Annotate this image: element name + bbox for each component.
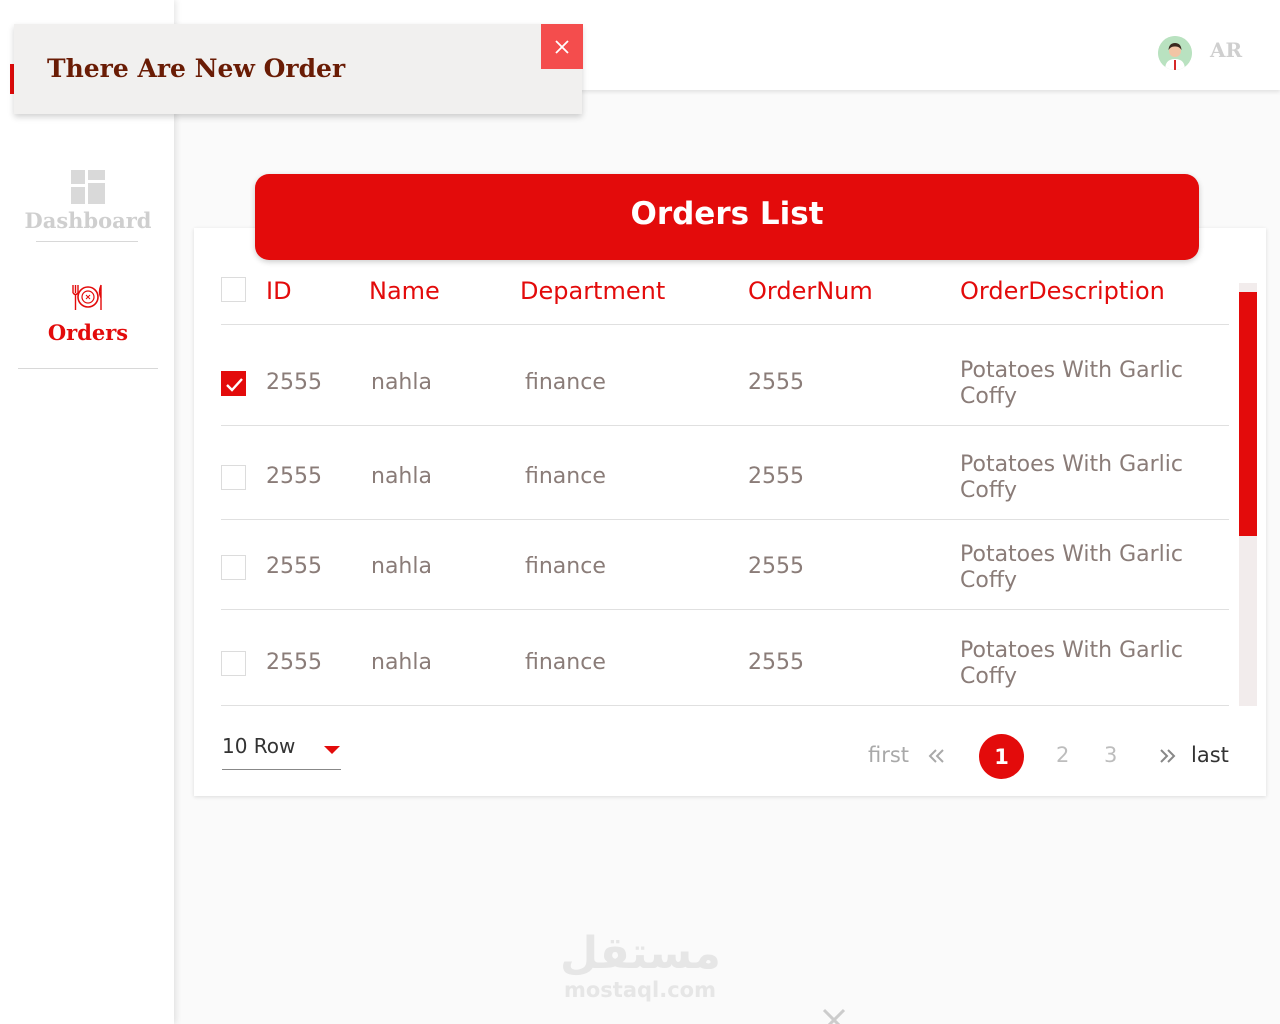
user-avatar[interactable] [1158,36,1192,70]
table-divider [221,425,1229,426]
cell-id: 2555 [266,554,322,579]
watermark-arabic: مستقل [560,928,721,979]
column-header-id[interactable]: ID [266,277,292,305]
rows-per-page-value: 10 Row [222,734,296,758]
pagination-first[interactable]: first [868,743,909,767]
cell-name: nahla [371,370,432,395]
cell-department: finance [525,650,606,675]
sidebar-item-orders[interactable]: Orders [18,282,158,369]
sidebar-item-label: Dashboard [24,208,152,233]
pagination-page-2[interactable]: 2 [1056,743,1069,767]
pagination-last[interactable]: last [1191,743,1229,767]
cell-name: nahla [371,464,432,489]
cell-ordernum: 2555 [748,650,804,675]
dashboard-grid-icon [71,170,105,204]
cell-id: 2555 [266,370,322,395]
row-checkbox[interactable] [221,651,246,676]
close-icon[interactable] [822,1008,846,1024]
pagination-page-current[interactable]: 1 [979,734,1024,779]
cell-description: Potatoes With Garlic Coffy [960,452,1183,503]
column-header-name[interactable]: Name [369,277,440,305]
sidebar-divider [36,241,138,242]
cell-ordernum: 2555 [748,370,804,395]
pagination-page-3[interactable]: 3 [1104,743,1117,767]
column-header-department[interactable]: Department [520,277,665,305]
row-checkbox[interactable] [221,465,246,490]
double-chevron-right-icon[interactable] [1158,748,1176,764]
language-switch-ar[interactable]: AR [1210,38,1242,62]
table-divider [221,609,1229,610]
plate-cutlery-icon [72,284,102,310]
cell-department: finance [525,554,606,579]
rows-per-page-select[interactable]: 10 Row [222,734,341,770]
cell-department: finance [525,464,606,489]
cell-description: Potatoes With Garlic Coffy [960,638,1183,689]
cell-name: nahla [371,650,432,675]
user-avatar-icon [1158,36,1192,70]
cell-id: 2555 [266,650,322,675]
notification-message: There Are New Order [47,54,346,83]
orders-card [194,228,1266,796]
column-header-ordernum[interactable]: OrderNum [748,277,873,305]
double-chevron-left-icon[interactable] [928,748,946,764]
close-icon [555,39,569,54]
sidebar-item-label: Orders [47,320,129,345]
cell-department: finance [525,370,606,395]
table-divider [221,705,1229,706]
checkmark-icon [226,378,243,392]
notification-close-button[interactable] [541,24,583,69]
cell-description: Potatoes With Garlic Coffy [960,358,1183,409]
cell-name: nahla [371,554,432,579]
row-checkbox[interactable] [221,555,246,580]
table-scrollbar-thumb[interactable] [1239,292,1257,536]
sidebar-item-dashboard[interactable]: Dashboard [18,170,158,242]
row-checkbox[interactable] [221,371,246,396]
cell-ordernum: 2555 [748,464,804,489]
select-all-checkbox[interactable] [221,277,246,302]
mostaql-watermark: مستقل mostaql.com [560,928,721,1003]
chevron-down-icon [324,746,340,754]
new-order-notification: There Are New Order [14,24,583,114]
cell-description: Potatoes With Garlic Coffy [960,542,1183,593]
table-divider [221,324,1229,325]
orders-title: Orders List [255,174,1199,260]
column-header-orderdescription[interactable]: OrderDescription [960,277,1165,305]
cell-id: 2555 [266,464,322,489]
sidebar: Dashboard Orders [0,0,174,1024]
cell-ordernum: 2555 [748,554,804,579]
table-divider [221,519,1229,520]
watermark-latin: mostaql.com [564,978,716,1002]
sidebar-divider [18,368,158,369]
